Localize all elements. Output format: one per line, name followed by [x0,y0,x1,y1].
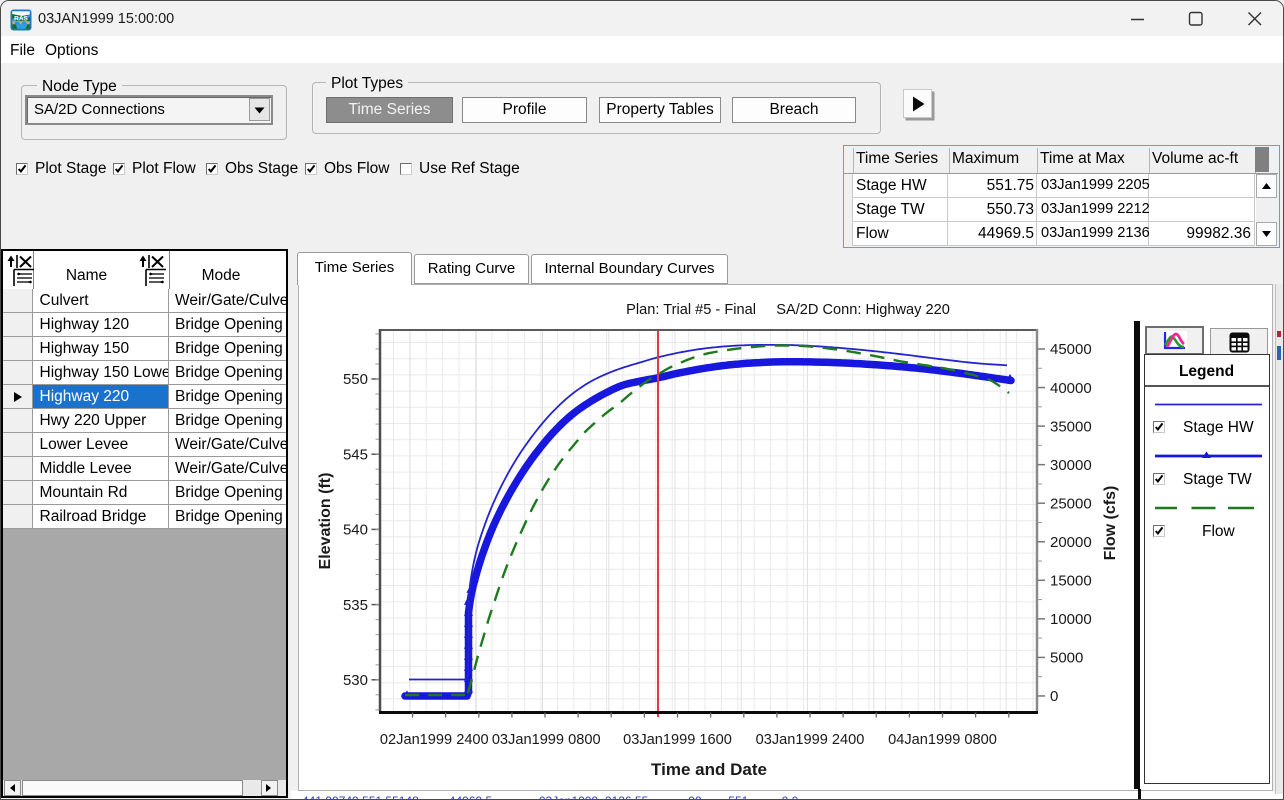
svg-text:45000: 45000 [1050,341,1092,358]
svg-text:10000: 10000 [1050,611,1092,628]
svg-text:Elevation (ft): Elevation (ft) [317,473,334,570]
svg-text:545: 545 [343,446,368,463]
svg-text:Flow (cfs): Flow (cfs) [1102,486,1119,561]
svg-text:Time and Date: Time and Date [651,760,767,779]
svg-text:0: 0 [1050,688,1058,705]
svg-text:03Jan1999 0800: 03Jan1999 0800 [492,732,601,748]
svg-text:530: 530 [343,672,368,689]
svg-text:04Jan1999 0800: 04Jan1999 0800 [888,732,997,748]
svg-text:03Jan1999 2400: 03Jan1999 2400 [756,732,865,748]
svg-text:5000: 5000 [1050,650,1083,667]
svg-text:540: 540 [343,522,368,539]
svg-text:550: 550 [343,371,368,388]
svg-text:30000: 30000 [1050,457,1092,474]
svg-text:25000: 25000 [1050,495,1092,512]
svg-text:Plan: Trial #5 - Final SA/: Plan: Trial #5 - Final SA/2D Conn: Highw… [626,302,950,318]
svg-text:20000: 20000 [1050,534,1092,551]
svg-text:02Jan1999 2400: 02Jan1999 2400 [380,732,489,748]
svg-text:40000: 40000 [1050,380,1092,397]
svg-text:03Jan1999 1600: 03Jan1999 1600 [623,732,732,748]
svg-text:15000: 15000 [1050,573,1092,590]
svg-text:535: 535 [343,597,368,614]
svg-text:35000: 35000 [1050,418,1092,435]
